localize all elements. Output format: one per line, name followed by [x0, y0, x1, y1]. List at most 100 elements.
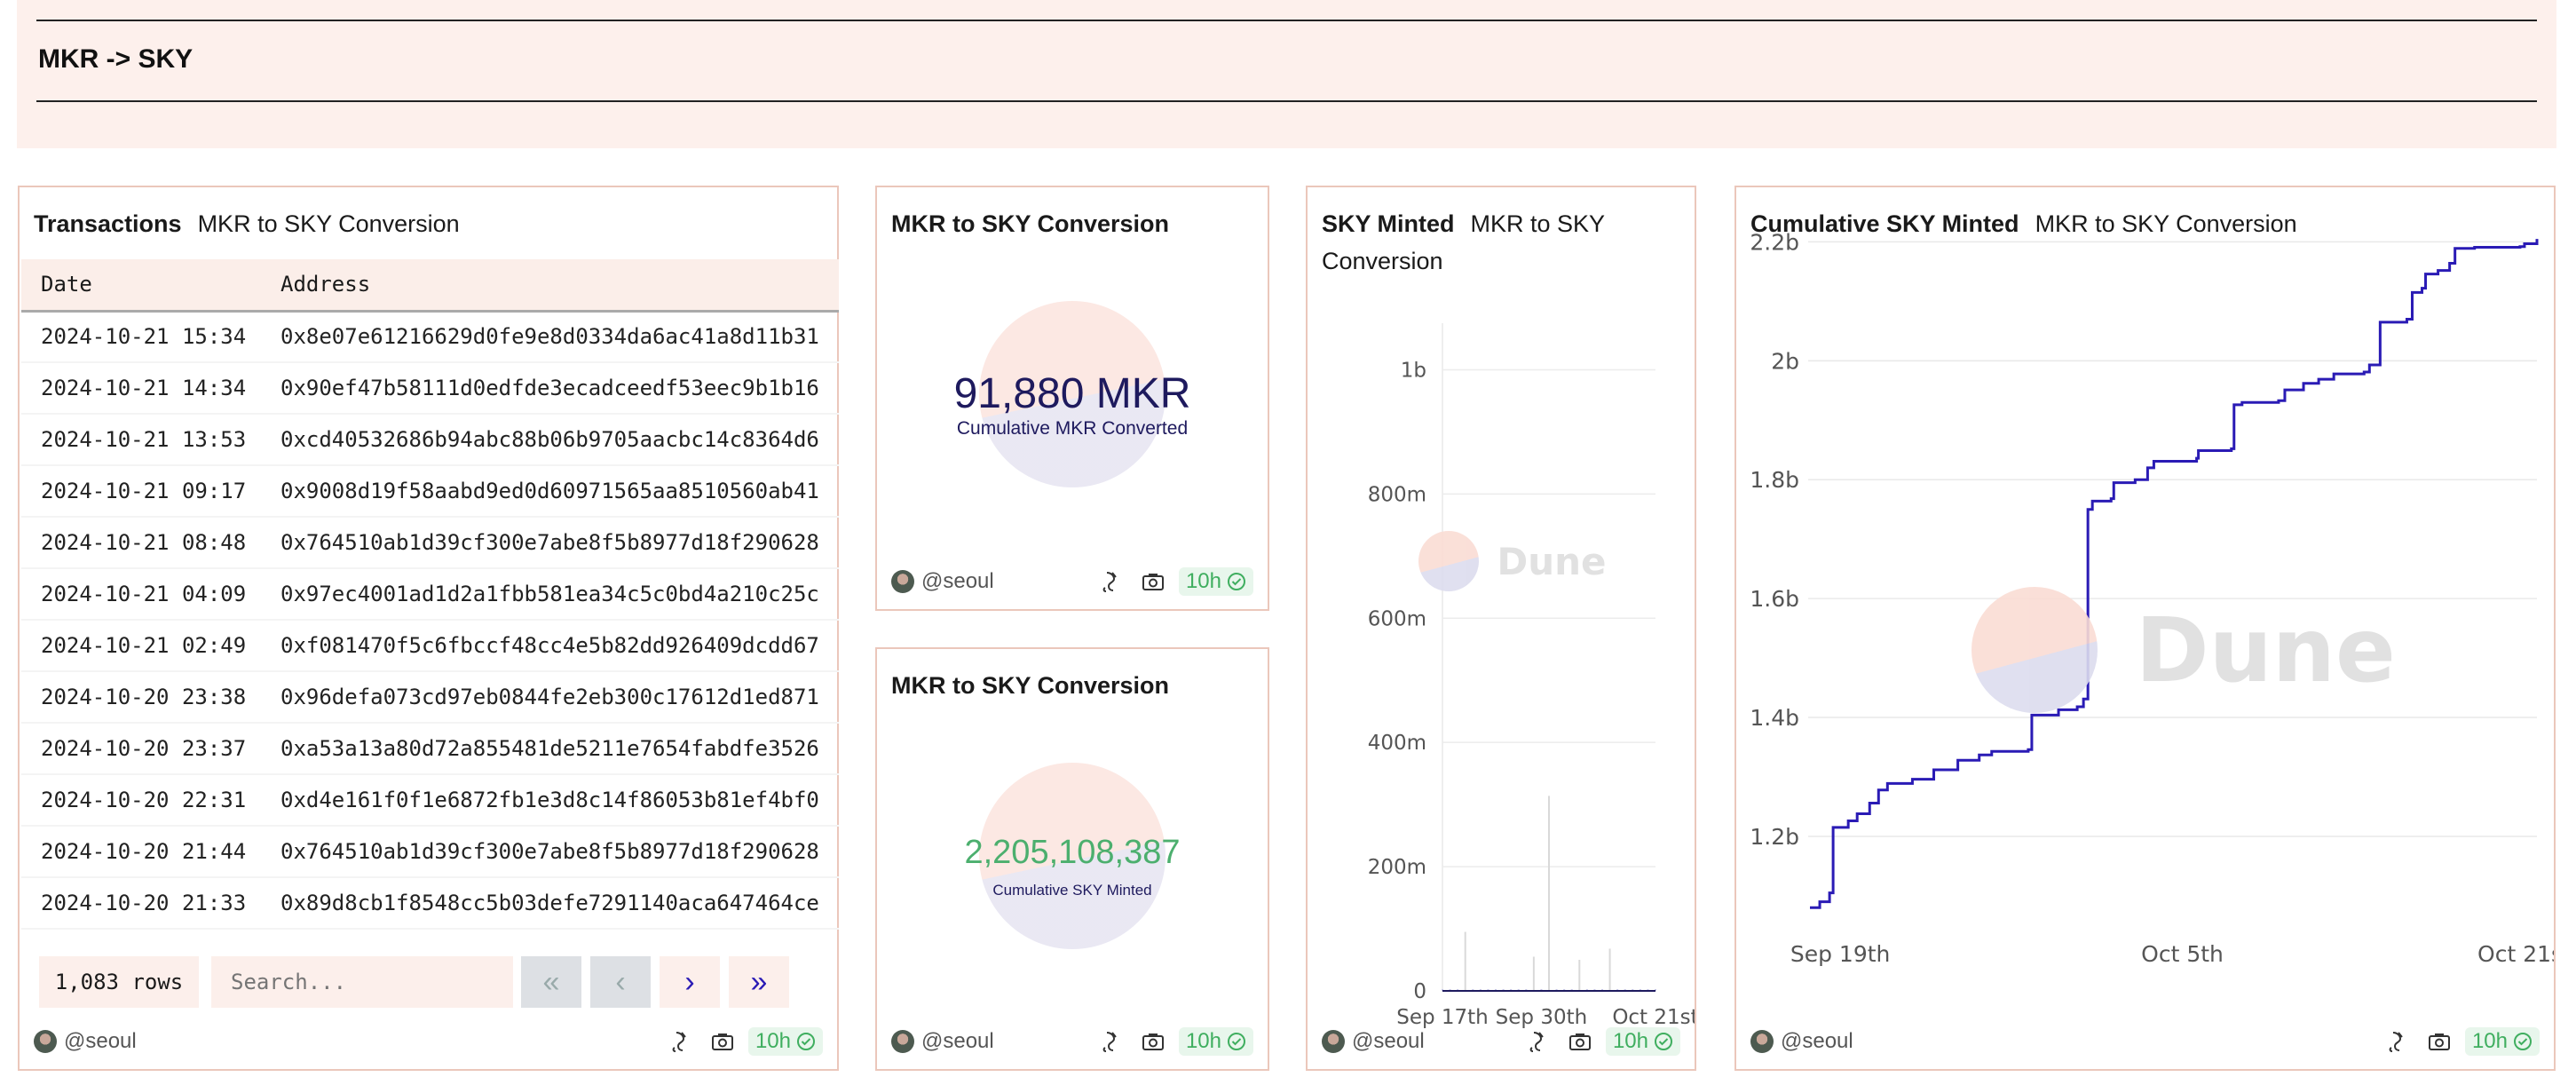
transactions-table: Date Address 2024-10-21 15:34 0x8e07e6121…: [21, 259, 839, 930]
author-link[interactable]: @seoul: [64, 1029, 137, 1054]
x-tick-label: Oct 21st: [2477, 941, 2554, 967]
counter-label: Cumulative MKR Converted: [956, 418, 1189, 439]
address-cell: 0xcd40532686b94abc88b06b9705aacbc14c8364…: [261, 414, 839, 466]
column-header-address[interactable]: Address: [261, 259, 839, 313]
fork-icon[interactable]: [1097, 1028, 1124, 1055]
address-cell: 0x89d8cb1f8548cc5b03defe7291140aca647464…: [261, 877, 839, 930]
author-link[interactable]: @seoul: [921, 1029, 994, 1054]
author-link[interactable]: @seoul: [1781, 1029, 1853, 1054]
avatar[interactable]: [891, 1030, 914, 1053]
avatar[interactable]: [1750, 1030, 1774, 1053]
check-badge-icon: [1228, 1033, 1245, 1050]
cumulative-line: [1810, 239, 2539, 909]
address-cell: 0x764510ab1d39cf300e7abe8f5b8977d18f2906…: [261, 517, 839, 569]
counter-value: 91,880 MKR: [953, 370, 1191, 417]
avatar[interactable]: [891, 570, 914, 593]
author-link[interactable]: @seoul: [921, 569, 994, 594]
y-tick-label: 2.2b: [1750, 229, 1799, 255]
camera-icon[interactable]: [1567, 1028, 1593, 1055]
last-page-button[interactable]: »: [729, 956, 789, 1008]
search-input[interactable]: [211, 956, 513, 1008]
refresh-badge[interactable]: 10h: [2464, 1027, 2540, 1056]
dune-watermark: Dune: [1418, 531, 1607, 591]
column-header-date[interactable]: Date: [21, 259, 261, 313]
camera-icon[interactable]: [1140, 1028, 1166, 1055]
table-row[interactable]: 2024-10-21 04:09 0x97ec4001ad1d2a1fbb581e…: [21, 568, 839, 621]
panel-title: Transactions MKR to SKY Conversion: [34, 205, 823, 242]
address-cell: 0xf081470f5c6fbccf48cc4e5b82dd926409dcdd…: [261, 620, 839, 672]
first-page-button[interactable]: «: [521, 956, 581, 1008]
panel-subtitle: MKR to SKY Conversion: [197, 210, 460, 237]
y-tick-label: 1.6b: [1750, 586, 1799, 612]
date-cell: 2024-10-21 08:48: [21, 517, 261, 569]
y-tick-label: 200m: [1368, 856, 1426, 879]
camera-icon[interactable]: [1140, 568, 1166, 595]
table-row[interactable]: 2024-10-21 02:49 0xf081470f5c6fbccf48cc4e…: [21, 620, 839, 672]
panel-title: MKR to SKY Conversion: [891, 205, 1253, 242]
date-cell: 2024-10-20 23:37: [21, 723, 261, 775]
prev-page-button[interactable]: ‹: [590, 956, 651, 1008]
y-tick-label: 800m: [1368, 483, 1426, 506]
table-row[interactable]: 2024-10-21 08:48 0x764510ab1d39cf300e7abe…: [21, 517, 839, 569]
date-cell: 2024-10-20 21:44: [21, 826, 261, 878]
check-badge-icon: [2514, 1033, 2532, 1050]
y-tick-label: 400m: [1368, 732, 1426, 755]
avatar[interactable]: [34, 1030, 57, 1053]
refresh-badge[interactable]: 10h: [1605, 1027, 1680, 1056]
table-row[interactable]: 2024-10-20 21:44 0x764510ab1d39cf300e7abe…: [21, 826, 839, 878]
check-badge-icon: [1655, 1033, 1672, 1050]
panel-footer: @seoul 10h: [34, 1026, 823, 1057]
chevron-left-icon: ‹: [615, 964, 626, 999]
date-cell: 2024-10-21 15:34: [21, 311, 261, 363]
date-cell: 2024-10-20 22:31: [21, 774, 261, 827]
address-cell: 0xa53a13a80d72a855481de5211e7654fabdfe35…: [261, 723, 839, 775]
panel-title: MKR to SKY Conversion: [891, 667, 1253, 704]
table-row[interactable]: 2024-10-20 23:38 0x96defa073cd97eb0844fe2…: [21, 671, 839, 724]
bar: [1608, 948, 1611, 991]
fork-icon[interactable]: [2383, 1028, 2410, 1055]
row-count: 1,083 rows: [39, 956, 199, 1008]
fork-icon[interactable]: [1524, 1028, 1551, 1055]
bar: [1532, 956, 1535, 991]
y-tick-label: 1.8b: [1750, 467, 1799, 493]
dune-watermark: Dune: [1972, 587, 2396, 713]
refresh-badge[interactable]: 10h: [747, 1027, 823, 1056]
panel-footer: @seoul 10h: [1322, 1026, 1680, 1057]
refresh-badge[interactable]: 10h: [1178, 567, 1253, 596]
date-cell: 2024-10-20 23:38: [21, 671, 261, 724]
fork-icon[interactable]: [1097, 568, 1124, 595]
address-cell: 0x8e07e61216629d0fe9e8d0334da6ac41a8d11b…: [261, 311, 839, 363]
camera-icon[interactable]: [709, 1028, 736, 1055]
section-title: MKR -> SKY: [38, 44, 194, 74]
table-row[interactable]: 2024-10-20 21:33 0x89d8cb1f8548cc5b03defe…: [21, 877, 839, 930]
table-row[interactable]: 2024-10-21 09:17 0x9008d19f58aabd9ed0d609…: [21, 465, 839, 518]
table-row[interactable]: 2024-10-21 13:53 0xcd40532686b94abc88b06b…: [21, 414, 839, 466]
panel-title-main: Transactions: [34, 210, 182, 237]
date-cell: 2024-10-21 04:09: [21, 568, 261, 621]
y-tick-label: 1b: [1401, 359, 1426, 382]
bar: [1578, 960, 1581, 991]
address-cell: 0x96defa073cd97eb0844fe2eb300c17612d1ed8…: [261, 671, 839, 724]
table-row[interactable]: 2024-10-21 15:34 0x8e07e61216629d0fe9e8d0…: [21, 311, 839, 363]
counter-label: Cumulative SKY Minted: [992, 882, 1152, 899]
table-row[interactable]: 2024-10-20 22:31 0xd4e161f0f1e6872fb1e3d8…: [21, 774, 839, 827]
table-row[interactable]: 2024-10-20 23:37 0xa53a13a80d72a855481de5…: [21, 723, 839, 775]
camera-icon[interactable]: [2426, 1028, 2453, 1055]
check-badge-icon: [1228, 573, 1245, 590]
author-link[interactable]: @seoul: [1352, 1029, 1425, 1054]
table-row[interactable]: 2024-10-21 14:34 0x90ef47b58111d0edfde3ec…: [21, 362, 839, 415]
avatar[interactable]: [1322, 1030, 1345, 1053]
next-page-button[interactable]: ›: [660, 956, 720, 1008]
address-cell: 0x90ef47b58111d0edfde3ecadceedf53eec9b1b…: [261, 362, 839, 415]
watermark-text: Dune: [2135, 598, 2396, 702]
y-tick-label: 600m: [1368, 607, 1426, 630]
bar: [1548, 796, 1550, 991]
fork-icon[interactable]: [667, 1028, 693, 1055]
refresh-age: 10h: [2471, 1029, 2508, 1053]
address-cell: 0x97ec4001ad1d2a1fbb581ea34c5c0bd4a210c2…: [261, 568, 839, 621]
watermark-text: Dune: [1497, 539, 1607, 583]
refresh-age: 10h: [755, 1029, 791, 1053]
refresh-badge[interactable]: 10h: [1178, 1027, 1253, 1056]
date-cell: 2024-10-21 13:53: [21, 414, 261, 466]
date-cell: 2024-10-21 14:34: [21, 362, 261, 415]
